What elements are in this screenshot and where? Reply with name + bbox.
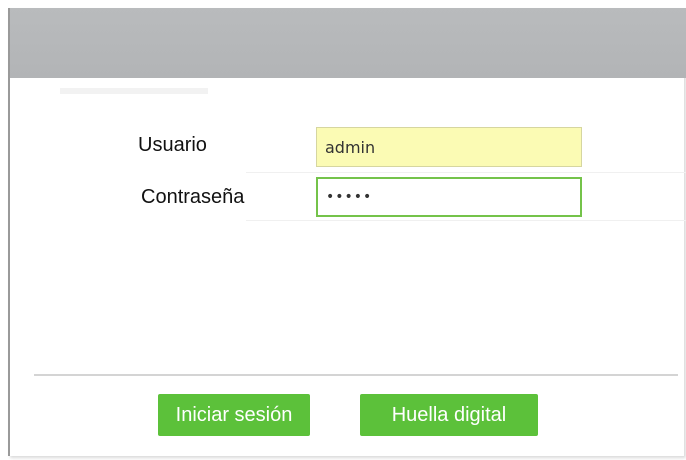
password-input[interactable] [316, 177, 582, 217]
footer-divider [34, 374, 678, 376]
username-input[interactable] [316, 127, 582, 167]
username-label: Usuario [138, 134, 207, 156]
field-separator [246, 172, 686, 173]
password-label: Contraseña [141, 186, 245, 208]
fingerprint-button[interactable]: Huella digital [360, 394, 538, 436]
login-button[interactable]: Iniciar sesión [158, 394, 310, 436]
dialog-titlebar [10, 8, 686, 78]
tab-indicator [60, 88, 208, 94]
login-dialog: Usuario Contraseña Iniciar sesión Huella… [8, 8, 686, 456]
field-separator [246, 220, 686, 221]
